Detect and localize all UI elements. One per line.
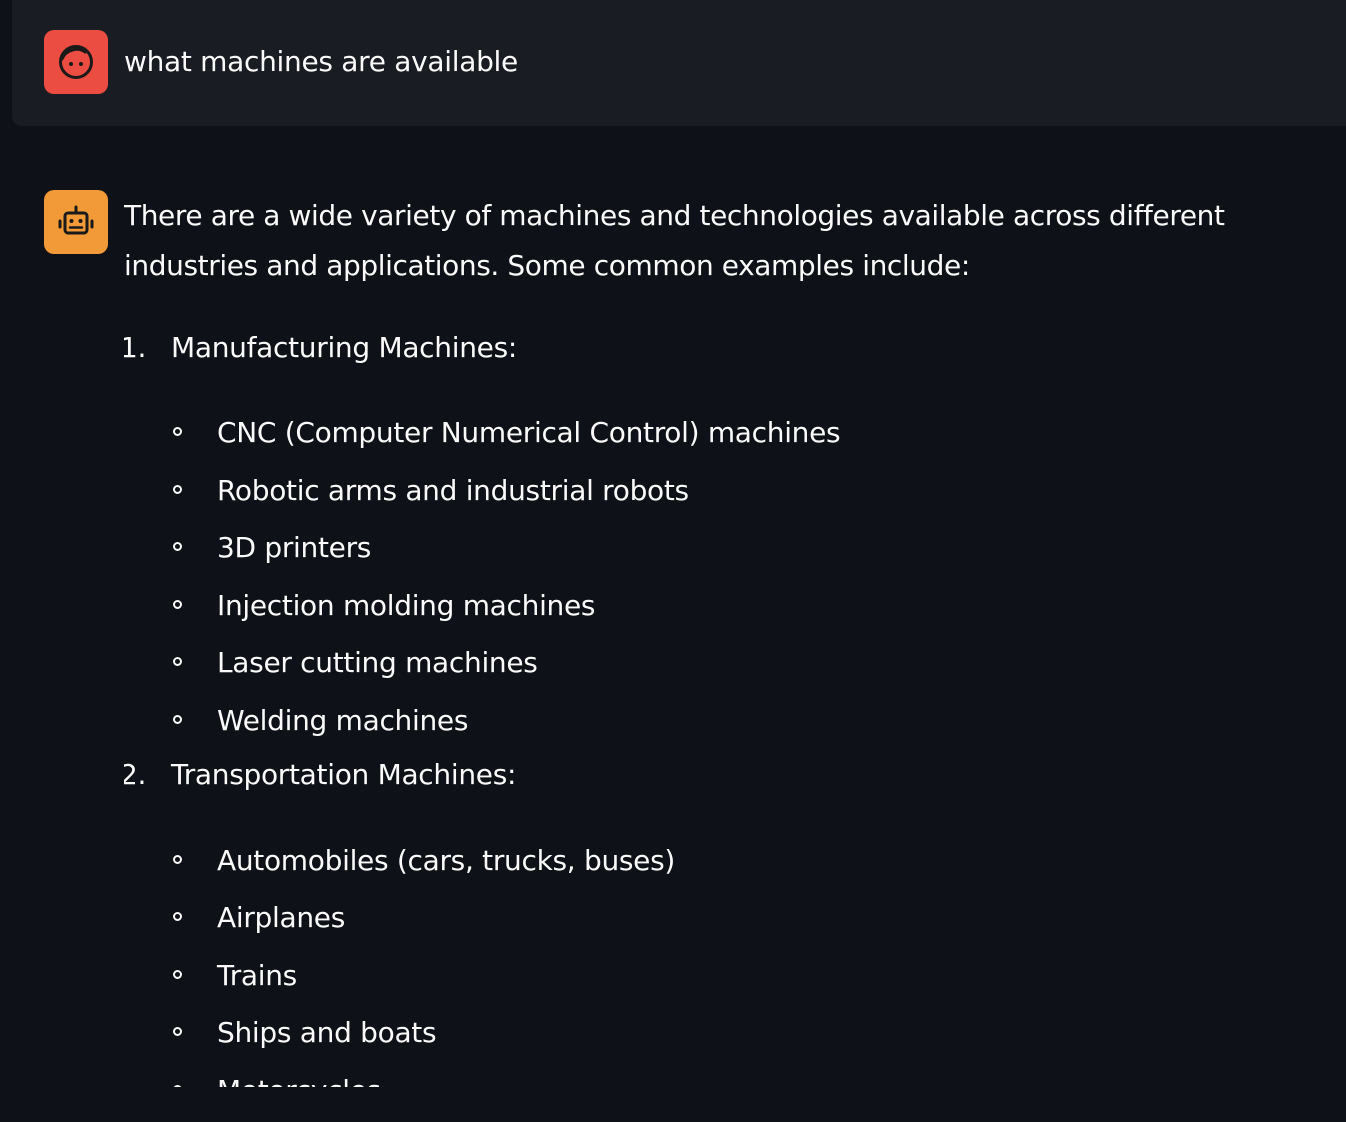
bullet-icon: [173, 657, 182, 667]
bullet-icon: [173, 599, 182, 609]
list-item: Robotic arms and industrial robots: [124, 462, 1334, 520]
list-item: 1. Manufacturing Machines:: [124, 324, 1334, 372]
bullet-icon: [173, 854, 182, 864]
bullet-icon: [173, 427, 182, 436]
user-message-text: what machines are available: [124, 45, 518, 78]
list-item: Trains: [124, 947, 1334, 1005]
list-item: Laser cutting machines: [124, 634, 1334, 692]
list-item: Welding machines: [124, 692, 1334, 750]
robot-icon: [58, 205, 94, 235]
category-heading: Transportation Machines:: [171, 757, 517, 791]
list-number: 1.: [124, 331, 147, 364]
list-item-text: Laser cutting machines: [217, 646, 538, 680]
list-item: 3D printers: [124, 519, 1334, 577]
list-item: Injection molding machines: [124, 577, 1334, 635]
list-item-text: Automobiles (cars, trucks, buses): [217, 843, 676, 877]
list-item: CNC (Computer Numerical Control) machine…: [124, 404, 1334, 462]
user-avatar: [44, 30, 108, 94]
list-item-text: CNC (Computer Numerical Control) machine…: [217, 416, 841, 449]
assistant-avatar: [44, 190, 108, 254]
list-item-text: Injection molding machines: [217, 588, 596, 622]
list-item-text: Welding machines: [217, 703, 469, 737]
bullet-icon: [173, 969, 182, 979]
list-item-text: Trains: [217, 958, 297, 992]
bullet-icon: [173, 542, 182, 552]
category-heading: Manufacturing Machines:: [171, 331, 517, 364]
list-item-text: 3D printers: [217, 531, 372, 565]
list-item-text: Ships and boats: [217, 1016, 437, 1050]
bullet-icon: [173, 484, 182, 494]
assistant-intro-text: There are a wide variety of machines and…: [124, 199, 1225, 282]
chat-page: what machines are available There are a …: [0, 0, 1346, 1122]
list-item: Automobiles (cars, trucks, buses): [124, 832, 1334, 890]
bullet-icon: [173, 714, 182, 724]
list-item-text: Airplanes: [217, 901, 346, 935]
bullet-icon: [173, 1084, 182, 1087]
list-item: Motorcycles: [124, 1062, 1334, 1087]
bullet-icon: [173, 912, 182, 922]
bullet-icon: [173, 1027, 182, 1037]
list-item-text: Robotic arms and industrial robots: [217, 473, 689, 507]
list-item: 2. Transportation Machines:: [124, 751, 1334, 799]
list-item: Ships and boats: [124, 1004, 1334, 1062]
list-number: 2.: [124, 757, 147, 791]
list-item-text: Motorcycles: [217, 1062, 381, 1087]
assistant-message: There are a wide variety of machines and…: [124, 191, 1334, 1087]
user-face-icon: [59, 45, 93, 79]
list-item: Airplanes: [124, 889, 1334, 947]
